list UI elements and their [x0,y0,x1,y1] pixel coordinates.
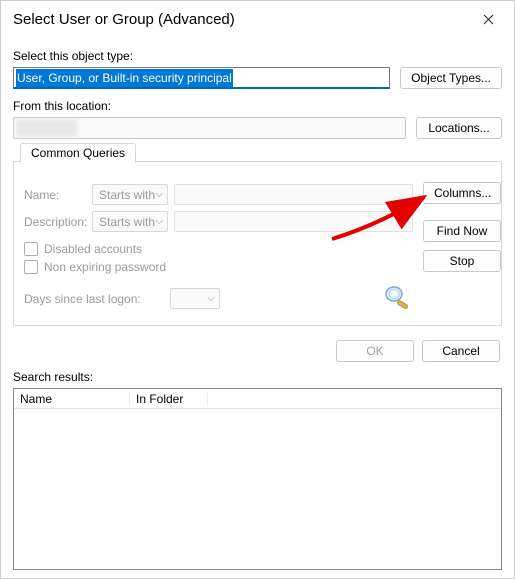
titlebar: Select User or Group (Advanced) [1,1,514,37]
columns-button[interactable]: Columns... [423,182,501,204]
disabled-accounts-checkbox[interactable] [24,242,38,256]
results-header: Name In Folder [14,389,501,409]
object-types-button[interactable]: Object Types... [400,67,502,89]
chevron-down-icon: ⌵ [155,216,163,227]
cancel-button[interactable]: Cancel [422,340,500,362]
disabled-accounts-label: Disabled accounts [44,242,142,256]
description-mode-value: Starts with [99,215,155,229]
search-results-label: Search results: [13,370,502,384]
stop-button[interactable]: Stop [423,250,501,272]
search-results-list[interactable]: Name In Folder [13,388,502,570]
name-label: Name: [24,188,86,202]
tab-common-queries[interactable]: Common Queries [20,143,136,163]
window-title: Select User or Group (Advanced) [13,11,235,28]
locations-button[interactable]: Locations... [416,117,502,139]
close-icon [483,14,494,25]
name-input[interactable] [174,184,413,205]
chevron-down-icon: ⌵ [155,189,163,200]
description-label: Description: [24,215,86,229]
object-type-value: User, Group, or Built-in security princi… [16,69,233,87]
ok-button[interactable]: OK [336,340,414,362]
name-mode-select[interactable]: Starts with ⌵ [92,184,168,205]
object-type-label: Select this object type: [13,49,502,63]
location-value-redacted [16,119,78,137]
days-since-logon-select[interactable]: ⌵ [170,288,220,309]
name-mode-value: Starts with [99,188,155,202]
description-mode-select[interactable]: Starts with ⌵ [92,211,168,232]
non-expiring-checkbox[interactable] [24,260,38,274]
location-label: From this location: [13,99,502,113]
non-expiring-label: Non expiring password [44,260,166,274]
object-type-input[interactable]: User, Group, or Built-in security princi… [13,67,390,89]
close-button[interactable] [468,4,508,34]
chevron-down-icon: ⌵ [207,293,215,304]
column-name[interactable]: Name [14,392,130,406]
magnifier-icon [381,284,411,313]
days-since-logon-label: Days since last logon: [24,292,164,306]
find-now-button[interactable]: Find Now [423,220,501,242]
description-input[interactable] [174,211,413,232]
column-in-folder[interactable]: In Folder [130,392,208,406]
common-queries-group: Common Queries Name: Starts with ⌵ Descr… [13,161,502,326]
location-input[interactable] [13,117,406,139]
